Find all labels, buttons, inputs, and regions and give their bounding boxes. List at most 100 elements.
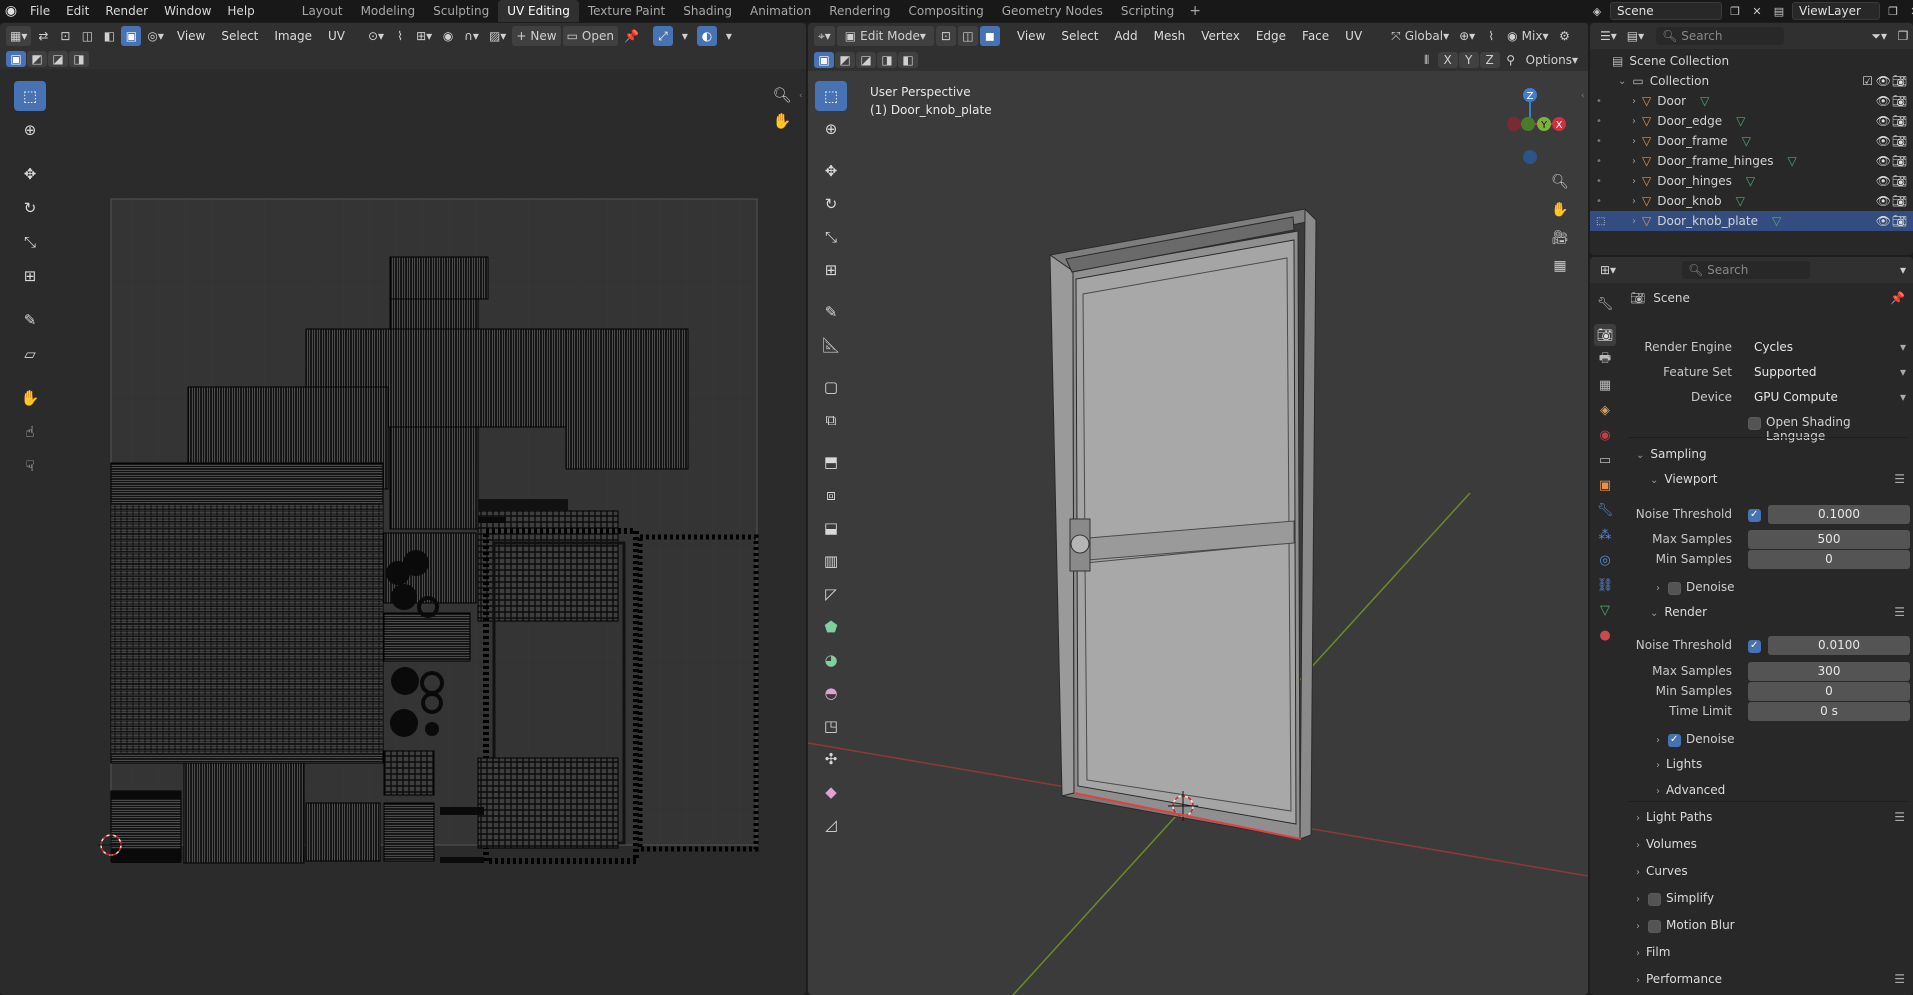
add-workspace-icon[interactable]: + — [1183, 0, 1207, 22]
collection-row[interactable]: ⌄ ▭ Collection ☑ 👁︎ 📷︎ — [1590, 71, 1913, 91]
render-subpanel-header[interactable]: ⌄ Render — [1650, 605, 1707, 619]
render-visibility-icon[interactable]: 📷︎ — [1892, 194, 1907, 208]
viewlayer-icon[interactable]: ▤ — [1770, 2, 1788, 20]
advanced-panel-header[interactable]: › Advanced — [1656, 783, 1725, 797]
time-limit-field[interactable]: 0 s — [1748, 702, 1910, 721]
copy-viewlayer-icon[interactable]: ❐ — [1884, 2, 1902, 20]
menu-help[interactable]: Help — [219, 0, 262, 22]
expand-icon[interactable]: › — [1632, 156, 1636, 167]
outliner-item[interactable]: • › ▽ Door_knob ▽ 👁︎ 📷︎ — [1590, 191, 1913, 211]
menu-edit[interactable]: Edit — [58, 0, 97, 22]
object-tab-icon[interactable]: ▣ — [1594, 474, 1616, 496]
simplify-checkbox[interactable] — [1648, 893, 1661, 906]
r-noise-threshold-field[interactable]: 0.0100 — [1768, 636, 1910, 655]
light-paths-presets-icon[interactable]: ☰ — [1894, 810, 1905, 824]
r-denoise-checkbox[interactable] — [1668, 734, 1681, 747]
physics-tab-icon[interactable]: ◎ — [1594, 549, 1616, 571]
tab-shading[interactable]: Shading — [674, 0, 741, 22]
expand-icon[interactable]: › — [1632, 96, 1636, 107]
performance-panel-header[interactable]: › Performance — [1636, 972, 1722, 986]
blender-logo-icon[interactable]: ◉ — [0, 0, 22, 22]
tool-tab-icon[interactable]: 🔧︎ — [1594, 293, 1616, 315]
world-tab-icon[interactable]: ◉ — [1594, 424, 1616, 446]
tab-sculpting[interactable]: Sculpting — [424, 0, 498, 22]
r-denoise-panel-header[interactable]: › — [1656, 732, 1666, 746]
filter-icon[interactable]: ⏷▾ — [1867, 26, 1891, 46]
render-engine-dropdown[interactable]: Cycles ▾ — [1748, 338, 1910, 357]
render-visibility-icon[interactable]: 📷︎ — [1892, 174, 1907, 188]
properties-options-icon[interactable]: ▾ — [1893, 260, 1913, 280]
expand-icon[interactable]: › — [1632, 136, 1636, 147]
light-paths-panel-header[interactable]: › Light Paths — [1636, 810, 1712, 824]
visibility-icon[interactable]: 👁︎ — [1876, 114, 1891, 128]
delete-scene-icon[interactable]: ✕ — [1748, 2, 1766, 20]
motion-blur-checkbox[interactable] — [1648, 920, 1661, 933]
outliner-item[interactable]: • › ▽ Door ▽ 👁︎ 📷︎ — [1590, 91, 1913, 111]
tab-rendering[interactable]: Rendering — [820, 0, 899, 22]
tab-compositing[interactable]: Compositing — [899, 0, 992, 22]
visibility-icon[interactable]: 👁︎ — [1876, 94, 1891, 108]
collection-render-icon[interactable]: 📷︎ — [1892, 74, 1907, 88]
r-max-samples-field[interactable]: 300 — [1748, 662, 1910, 681]
viewport-subpanel-header[interactable]: ⌄ Viewport — [1650, 472, 1717, 486]
render-presets-icon[interactable]: ☰ — [1894, 605, 1905, 619]
render-visibility-icon[interactable]: 📷︎ — [1892, 114, 1907, 128]
outliner-item[interactable]: ⬚ › ▽ Door_knob_plate ▽ 👁︎ 📷︎ — [1590, 211, 1913, 231]
scene-field[interactable]: Scene — [1610, 2, 1722, 20]
vp-min-samples-field[interactable]: 0 — [1748, 550, 1910, 569]
vp-max-samples-field[interactable]: 500 — [1748, 530, 1910, 549]
collection-checkbox-icon[interactable]: ☑ — [1862, 74, 1873, 88]
dot-icon[interactable]: • — [1596, 116, 1602, 127]
feature-set-dropdown[interactable]: Supported ▾ — [1748, 363, 1910, 382]
collection-visibility-icon[interactable]: 👁︎ — [1876, 74, 1891, 88]
constraints-tab-icon[interactable]: ⛓ — [1594, 574, 1616, 596]
properties-search[interactable]: 🔍︎ Search — [1682, 261, 1811, 279]
properties-type-icon[interactable]: ⊞▾ — [1596, 260, 1620, 280]
vp-denoise-checkbox[interactable] — [1668, 582, 1681, 595]
tab-geometry-nodes[interactable]: Geometry Nodes — [993, 0, 1112, 22]
r-noise-threshold-checkbox[interactable] — [1748, 640, 1761, 653]
tab-texture-paint[interactable]: Texture Paint — [579, 0, 674, 22]
render-visibility-icon[interactable]: 📷︎ — [1892, 154, 1907, 168]
vp-denoise-panel-header[interactable]: › — [1656, 580, 1666, 594]
scene-tab-icon[interactable]: ◈ — [1594, 399, 1616, 421]
collection-expand-icon[interactable]: ⌄ — [1618, 76, 1626, 87]
data-tab-icon[interactable]: ▽ — [1594, 599, 1616, 621]
copy-scene-icon[interactable]: ❐ — [1726, 2, 1744, 20]
render-visibility-icon[interactable]: 📷︎ — [1892, 214, 1907, 228]
tab-layout[interactable]: Layout — [293, 0, 352, 22]
motion-blur-panel-header[interactable]: › — [1636, 918, 1646, 932]
outliner-item[interactable]: • › ▽ Door_frame ▽ 👁︎ 📷︎ — [1590, 131, 1913, 151]
outliner-item[interactable]: • › ▽ Door_hinges ▽ 👁︎ 📷︎ — [1590, 171, 1913, 191]
outliner-type-icon[interactable]: ☰▾ — [1596, 26, 1621, 46]
expand-icon[interactable]: › — [1632, 216, 1636, 227]
expand-icon[interactable]: › — [1632, 196, 1636, 207]
render-visibility-icon[interactable]: 📷︎ — [1892, 94, 1907, 108]
dot-icon[interactable]: • — [1596, 136, 1602, 147]
render-tab-icon[interactable]: 📷︎ — [1594, 324, 1616, 346]
visibility-icon[interactable]: 👁︎ — [1876, 174, 1891, 188]
visibility-icon[interactable]: 👁︎ — [1876, 214, 1891, 228]
viewport-scene[interactable] — [808, 23, 1588, 995]
vp-noise-threshold-field[interactable]: 0.1000 — [1768, 505, 1910, 524]
tab-animation[interactable]: Animation — [741, 0, 820, 22]
dot-icon[interactable]: • — [1596, 96, 1602, 107]
lights-panel-header[interactable]: › Lights — [1656, 757, 1702, 771]
dot-icon[interactable]: • — [1596, 196, 1602, 207]
scene-collection-row[interactable]: ▤ Scene Collection — [1590, 51, 1913, 71]
film-panel-header[interactable]: › Film — [1636, 945, 1670, 959]
output-tab-icon[interactable]: 🖶 — [1594, 349, 1616, 371]
visibility-icon[interactable]: 👁︎ — [1876, 154, 1891, 168]
particles-tab-icon[interactable]: ⁂ — [1594, 524, 1616, 546]
menu-render[interactable]: Render — [97, 0, 156, 22]
outliner-item[interactable]: • › ▽ Door_edge ▽ 👁︎ 📷︎ — [1590, 111, 1913, 131]
display-mode-icon[interactable]: ▤▾ — [1623, 26, 1648, 46]
view-layer-field[interactable]: ViewLayer — [1792, 2, 1880, 20]
outliner-search[interactable]: 🔍︎ Search — [1656, 27, 1785, 45]
render-visibility-icon[interactable]: 📷︎ — [1892, 134, 1907, 148]
collection-tab-icon[interactable]: ▭ — [1594, 449, 1616, 471]
edit-mode-icon[interactable]: ⬚ — [1596, 216, 1605, 227]
sampling-panel-header[interactable]: ⌄ Sampling — [1636, 447, 1707, 461]
menu-window[interactable]: Window — [156, 0, 219, 22]
dot-icon[interactable]: • — [1596, 156, 1602, 167]
